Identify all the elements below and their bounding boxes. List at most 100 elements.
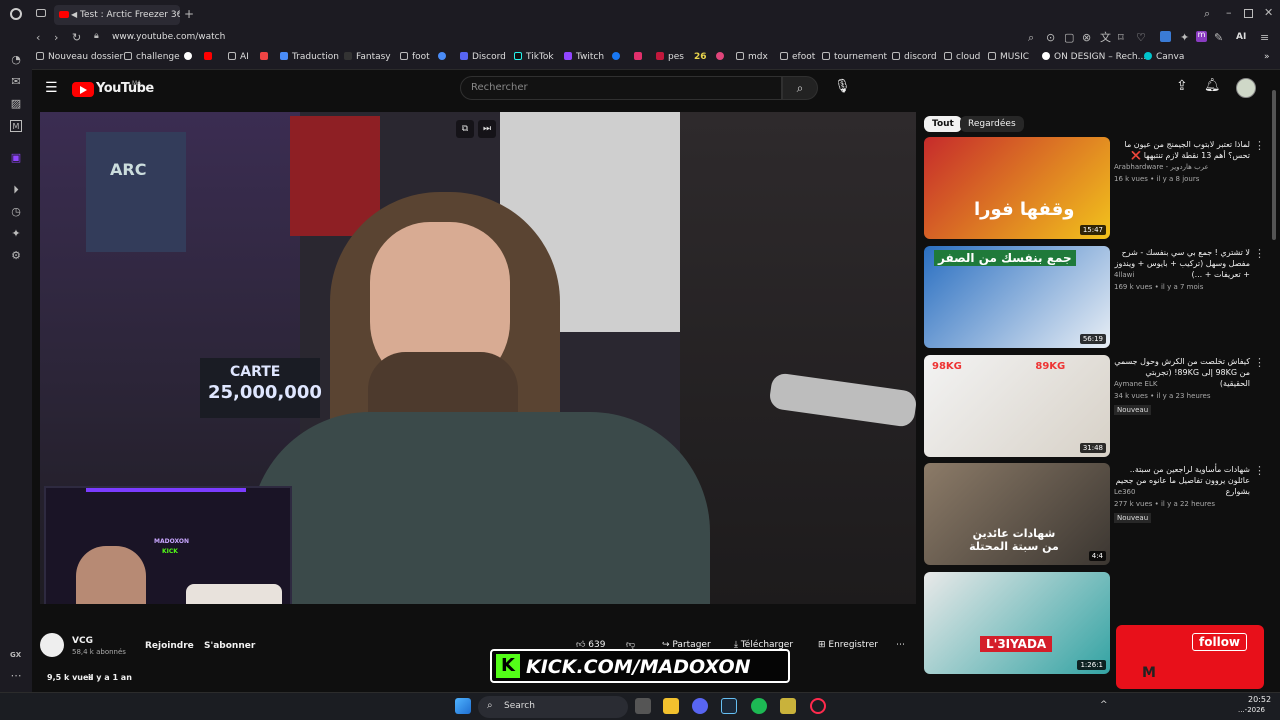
recommendation-thumbnail[interactable]: جمع بنفسك من الصفر 56:19 [924, 246, 1110, 348]
hamburger-menu-icon[interactable]: ☰ [45, 81, 58, 95]
tab-manager-icon[interactable] [36, 9, 46, 17]
bookmark-item[interactable]: MUSIC [988, 52, 1029, 62]
like-button[interactable]: 👍︎ 639 [576, 640, 605, 650]
bookmark-item[interactable]: TikTok [514, 52, 554, 62]
more-actions-icon[interactable]: ⋯ [896, 640, 905, 650]
search-tabs-icon[interactable]: ⌕ [1204, 8, 1210, 19]
task-view-icon[interactable] [635, 698, 651, 714]
kebab-menu-icon[interactable]: ⋮ [1254, 248, 1265, 259]
pencil-icon[interactable]: ✎ [1214, 32, 1223, 43]
youtube-logo-icon[interactable] [72, 82, 94, 97]
spotify-icon[interactable] [751, 698, 767, 714]
snapshot-icon[interactable]: ▢ [1064, 32, 1074, 43]
recommendation-thumbnail[interactable]: 98KG 89KG 31:48 [924, 355, 1110, 457]
extension-icon[interactable]: ⊗ [1082, 32, 1091, 43]
tray-chevron-icon[interactable]: ^ [1100, 700, 1108, 710]
recommendation-channel[interactable]: Le360 [1114, 488, 1135, 496]
youtube-logo-text[interactable]: YouTube [96, 81, 154, 96]
ai-label[interactable]: AI [1236, 32, 1246, 42]
bookmark-item[interactable]: challenge [124, 52, 180, 62]
gx-label[interactable]: GX [10, 651, 21, 659]
recommendation-title[interactable]: لماذا تعتبر لابتوب الجيمنج من عيون ما تح… [1114, 139, 1250, 161]
recommendation-channel[interactable]: Aymane ELK [1114, 380, 1157, 388]
player-icon[interactable]: ⏵ [10, 184, 22, 196]
minimize-icon[interactable]: – [1226, 7, 1232, 18]
chip-watched[interactable]: Regardées [960, 116, 1024, 132]
notifications-bell-icon[interactable]: 🔔︎ [1204, 79, 1221, 92]
bookmark-item[interactable]: Nouveau dossier [36, 52, 123, 62]
maximize-icon[interactable] [1244, 9, 1253, 18]
download-button[interactable]: ⤓ Télécharger [734, 640, 793, 650]
camera-icon[interactable]: ⊙ [1046, 32, 1055, 43]
kebab-menu-icon[interactable]: ⋮ [1254, 140, 1265, 151]
scrollbar[interactable] [1272, 90, 1276, 240]
save-button[interactable]: ⊞ Enregistrer [818, 640, 878, 650]
bookmark-item[interactable]: cloud [944, 52, 980, 62]
channel-name[interactable]: VCG [72, 636, 93, 646]
bookmark-item[interactable]: 26 [694, 52, 707, 62]
bookmark-item[interactable]: foot [400, 52, 430, 62]
bookmark-item[interactable] [438, 52, 450, 62]
clock-date[interactable]: ...-2026 [1238, 706, 1265, 714]
bookmarks-more-icon[interactable]: » [1264, 52, 1270, 62]
bookmark-item[interactable]: Traduction [280, 52, 339, 62]
flow-icon[interactable]: ▨ [10, 98, 22, 110]
bookmark-item[interactable] [184, 52, 196, 62]
active-tab[interactable]: ◀ Test : Arctic Freezer 36 [54, 5, 180, 25]
follow-button[interactable]: follow [1192, 633, 1248, 651]
steam-icon[interactable] [721, 698, 737, 714]
forward-icon[interactable]: › [54, 32, 58, 43]
video-player[interactable]: ARC CARTE 25,000,000 ⧉ ⏭ MADOXON KICK 1 [40, 112, 916, 604]
aria-icon[interactable]: ◔ [10, 54, 22, 66]
bookmark-item[interactable]: efoot [780, 52, 815, 62]
bookmark-item[interactable]: discord [892, 52, 937, 62]
url-field[interactable]: www.youtube.com/watch [112, 32, 225, 42]
recommendation-thumbnail[interactable]: شهادات عائدين من سبتة المحتلة 4:4 [924, 463, 1110, 565]
bookmark-item[interactable] [612, 52, 624, 62]
puzzle-icon[interactable]: ✦ [1180, 32, 1189, 43]
bookmark-item[interactable]: pes [656, 52, 684, 62]
translate-icon[interactable]: 文 [1100, 32, 1111, 43]
chip-all[interactable]: Tout [924, 116, 962, 132]
heart-icon[interactable]: ♡ [1136, 32, 1146, 43]
close-icon[interactable]: ✕ [1264, 7, 1273, 18]
bookmark-item[interactable] [260, 52, 272, 62]
m-icon[interactable]: M [10, 120, 22, 132]
taskbar-search[interactable]: ⌕ Search [478, 696, 628, 718]
opera-gx-icon[interactable] [810, 698, 826, 714]
bookmark-item[interactable]: Canva [1144, 52, 1184, 62]
recommendation-title[interactable]: لا تشتري ! جمع بي سي بنفسك - شرح مفصل وس… [1114, 247, 1250, 280]
join-button[interactable]: Rejoindre [145, 641, 194, 651]
search-button[interactable]: ⌕ [782, 76, 818, 100]
kebab-menu-icon[interactable]: ⋮ [1254, 357, 1265, 368]
new-tab-icon[interactable]: + [184, 8, 194, 20]
bookmark-item[interactable]: Fantasy [344, 52, 391, 62]
more-icon[interactable]: ⋯ [10, 670, 22, 682]
bookmark-item[interactable]: AI [228, 52, 249, 62]
file-explorer-icon[interactable] [663, 698, 679, 714]
next-icon[interactable]: ⏭ [478, 120, 496, 138]
opera-logo-icon[interactable] [10, 8, 22, 20]
recommendation-channel[interactable]: 4llawi [1114, 271, 1134, 279]
bookmark-item[interactable]: mdx [736, 52, 768, 62]
discover-icon[interactable]: ✉ [10, 76, 22, 88]
dislike-button[interactable]: 👎︎ [626, 640, 635, 650]
history-icon[interactable]: ◷ [10, 206, 22, 218]
recommendation-thumbnail[interactable]: وقفها فورا 15:47 [924, 137, 1110, 239]
recommendation-thumbnail[interactable]: L'3IYADA 1:26:1 [924, 572, 1110, 674]
speaker-icon[interactable]: ◀ [71, 10, 77, 19]
bookmark-item[interactable]: ON DESIGN – Rech... [1042, 52, 1146, 62]
bookmark-icon[interactable]: ⌑ [1118, 32, 1124, 43]
subscribe-button[interactable]: S'abonner [204, 641, 255, 651]
kebab-menu-icon[interactable]: ⋮ [1254, 465, 1265, 476]
bookmark-item[interactable]: Discord [460, 52, 506, 62]
microphone-icon[interactable]: 🎙︎ [834, 80, 851, 93]
discord-icon[interactable] [692, 698, 708, 714]
twitch-icon[interactable]: ▣ [10, 152, 22, 164]
avatar[interactable] [1236, 78, 1256, 98]
reload-icon[interactable]: ↻ [72, 32, 81, 43]
windows-start-icon[interactable] [455, 698, 471, 714]
share-button[interactable]: ↪ Partager [662, 640, 711, 650]
bookmark-item[interactable] [716, 52, 728, 62]
extensions-icon[interactable]: ✦ [10, 228, 22, 240]
